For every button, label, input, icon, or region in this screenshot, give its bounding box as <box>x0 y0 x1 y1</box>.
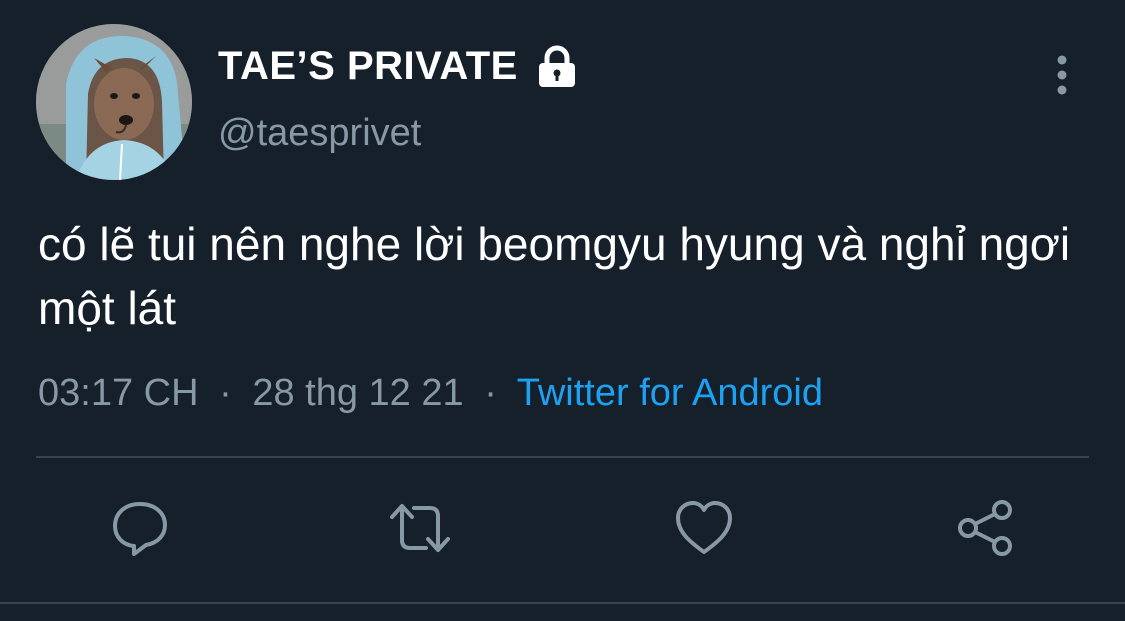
share-icon[interactable] <box>954 496 1018 560</box>
display-name-text: TAE’S PRIVATE <box>218 44 518 88</box>
heart-icon[interactable] <box>672 496 736 560</box>
more-vertical-icon[interactable] <box>1048 54 1076 98</box>
action-bar <box>0 496 1125 566</box>
user-handle[interactable]: @taesprivet <box>218 112 421 155</box>
retweet-icon[interactable] <box>388 496 452 560</box>
tweet-text: có lẽ tui nên nghe lời beomgyu hyung và … <box>38 218 1071 334</box>
meta-separator: · <box>484 372 497 414</box>
bottom-divider <box>0 602 1125 604</box>
tweet-card: TAE’S PRIVATE @taesprivet có lẽ tui nên … <box>0 0 1125 621</box>
lock-icon <box>536 45 578 89</box>
tweet-meta: 03:17 CH · 28 thg 12 21 · Twitter for An… <box>38 372 823 415</box>
divider <box>36 456 1089 458</box>
tweet-date[interactable]: 28 thg 12 21 <box>252 372 463 414</box>
tweet-time[interactable]: 03:17 CH <box>38 372 199 414</box>
tweet-source-link[interactable]: Twitter for Android <box>517 372 823 414</box>
meta-separator: · <box>219 372 232 414</box>
avatar[interactable] <box>36 24 192 180</box>
display-name[interactable]: TAE’S PRIVATE <box>218 44 578 89</box>
reply-icon[interactable] <box>108 496 172 560</box>
avatar-image <box>36 24 192 180</box>
